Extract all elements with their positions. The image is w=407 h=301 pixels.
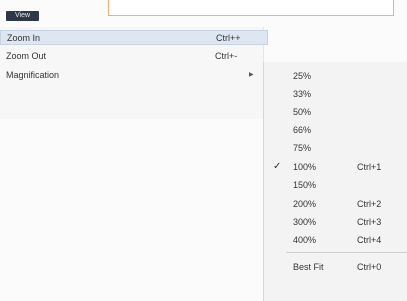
submenu-item-shortcut: Ctrl+2 [357, 199, 382, 209]
submenu-item-label: 100% [293, 162, 317, 172]
submenu-item-label: 200% [293, 199, 317, 209]
submenu-item-label: 50% [293, 107, 312, 117]
menu-separator [286, 252, 407, 253]
menu-item-shortcut: Ctrl+- [215, 51, 238, 61]
submenu-item-300[interactable]: 300% Ctrl+3 [264, 214, 407, 230]
submenu-item-400[interactable]: 400% Ctrl+4 [264, 232, 407, 248]
submenu-item-shortcut: Ctrl+4 [357, 235, 382, 245]
view-menu-button[interactable]: View [6, 11, 39, 21]
menu-item-label: Zoom Out [6, 51, 47, 61]
submenu-item-best-fit[interactable]: Best Fit Ctrl+0 [264, 259, 407, 275]
submenu-item-33[interactable]: 33% [264, 86, 407, 102]
check-icon: ✓ [273, 161, 282, 172]
magnification-submenu: 25% 33% 50% 66% 75% ✓ 100% Ctrl+1 150% 2… [263, 62, 407, 301]
submenu-item-label: 75% [293, 143, 312, 153]
submenu-item-label: Best Fit [293, 262, 324, 272]
menu-item-magnification[interactable]: Magnification ▶ [0, 68, 263, 83]
submenu-item-50[interactable]: 50% [264, 104, 407, 120]
submenu-item-shortcut: Ctrl+0 [357, 262, 382, 272]
submenu-item-200[interactable]: 200% Ctrl+2 [264, 196, 407, 212]
menu-item-zoom-out[interactable]: Zoom Out Ctrl+- [0, 49, 263, 64]
submenu-item-label: 25% [293, 71, 312, 81]
menu-item-label: Zoom In [7, 33, 41, 43]
submenu-item-150[interactable]: 150% [264, 177, 407, 193]
submenu-item-75[interactable]: 75% [264, 140, 407, 156]
background-panel-frame [108, 0, 394, 16]
menu-item-shortcut: Ctrl++ [216, 33, 241, 43]
submenu-item-label: 66% [293, 125, 312, 135]
submenu-item-shortcut: Ctrl+1 [357, 162, 382, 172]
submenu-item-label: 300% [293, 217, 317, 227]
submenu-arrow-icon: ▶ [249, 72, 254, 78]
submenu-item-66[interactable]: 66% [264, 122, 407, 138]
view-dropdown-menu: Zoom In Ctrl++ Zoom Out Ctrl+- Magnifica… [0, 27, 268, 119]
submenu-item-25[interactable]: 25% [264, 68, 407, 84]
menu-item-label: Magnification [6, 70, 60, 80]
submenu-item-shortcut: Ctrl+3 [357, 217, 382, 227]
submenu-item-100[interactable]: ✓ 100% Ctrl+1 [264, 159, 407, 175]
menu-item-zoom-in[interactable]: Zoom In Ctrl++ [0, 30, 268, 45]
submenu-item-label: 150% [293, 180, 317, 190]
submenu-item-label: 33% [293, 89, 312, 99]
submenu-item-label: 400% [293, 235, 317, 245]
